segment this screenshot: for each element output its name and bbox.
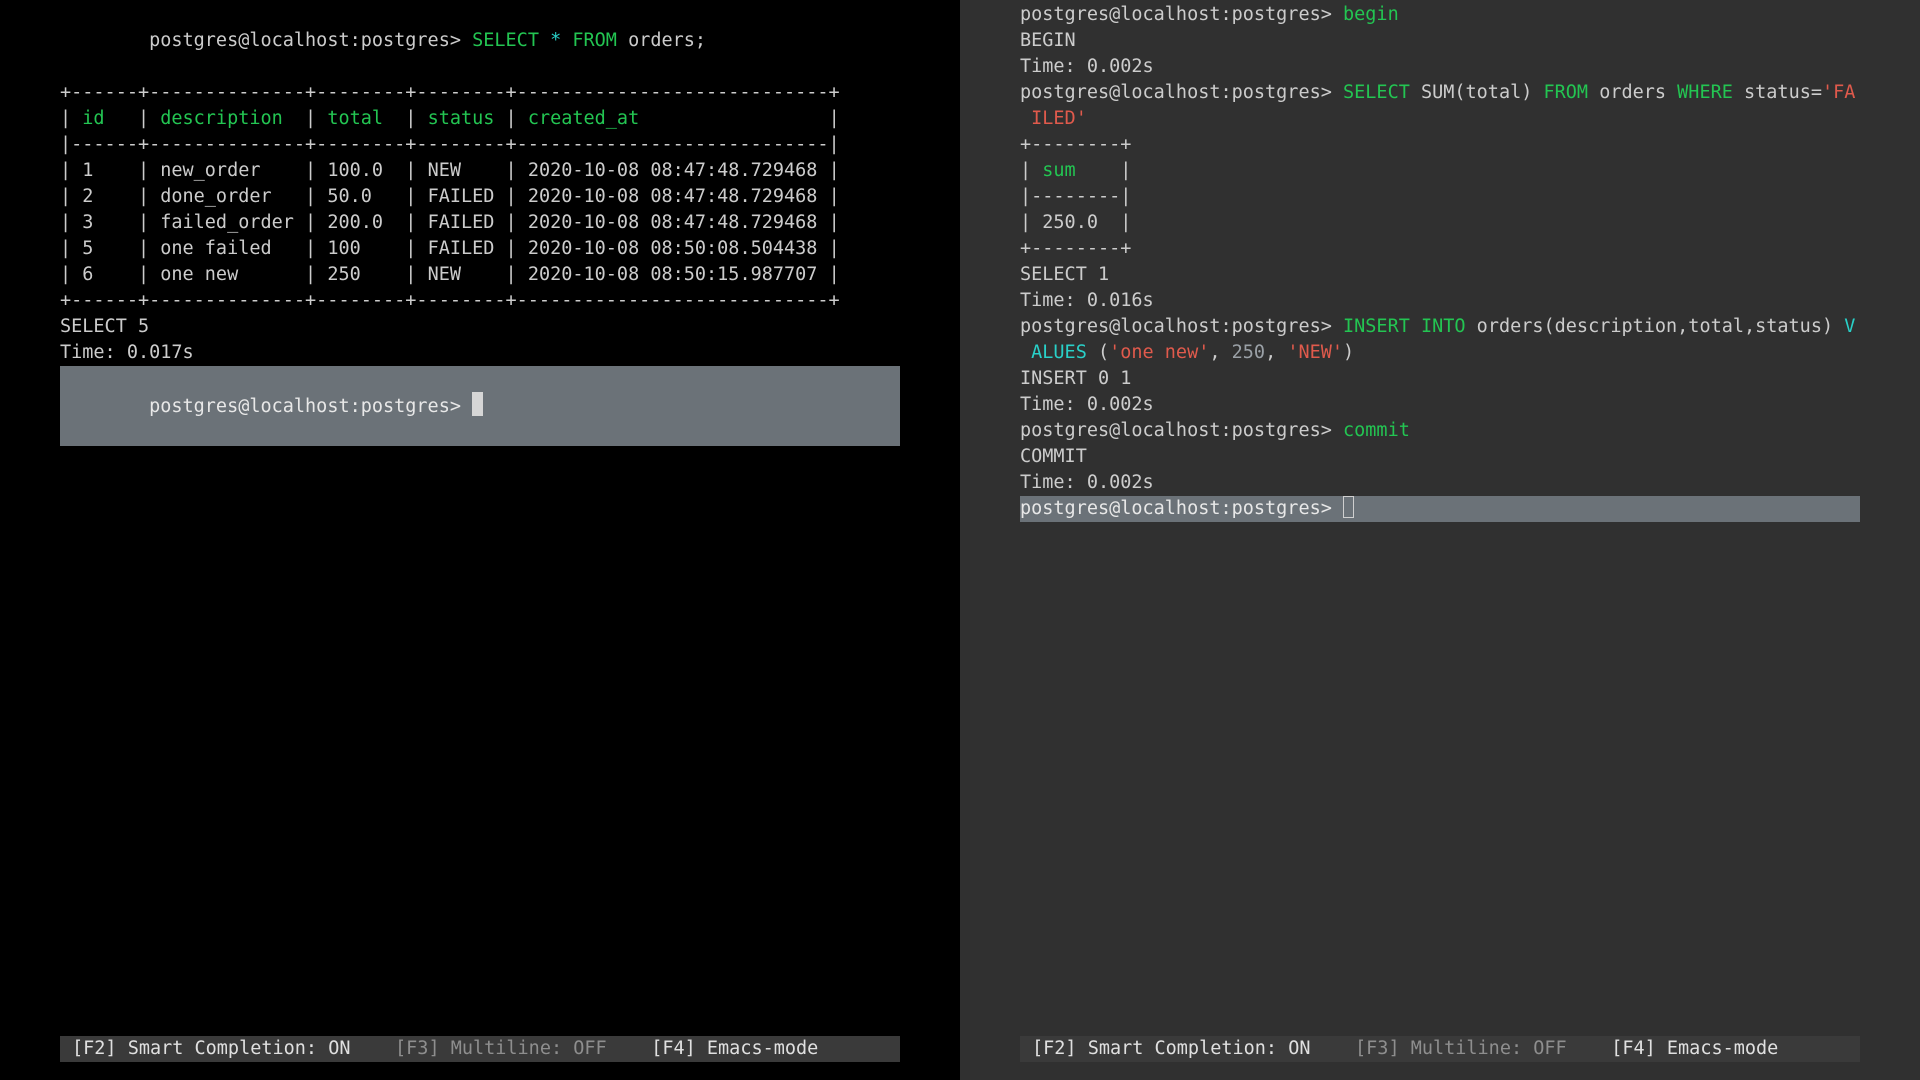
table-border: +------+--------------+--------+--------… — [60, 80, 900, 106]
cursor-icon — [472, 392, 483, 416]
terminal-line: |--------| — [1020, 184, 1860, 210]
terminal-line: Time: 0.002s — [1020, 54, 1860, 80]
terminal-line: BEGIN — [1020, 28, 1860, 54]
terminal-line: ALUES ('one new', 250, 'NEW') — [1020, 340, 1860, 366]
query-time: Time: 0.017s — [60, 340, 900, 366]
terminal-line: postgres@localhost:postgres> begin — [1020, 2, 1860, 28]
terminal-line: Time: 0.002s — [1020, 470, 1860, 496]
table-row: | 1 | new_order | 100.0 | NEW | 2020-10-… — [60, 158, 900, 184]
table-row: | 5 | one failed | 100 | FAILED | 2020-1… — [60, 236, 900, 262]
terminal-line: postgres@localhost:postgres> commit — [1020, 418, 1860, 444]
prompt-line-active[interactable]: postgres@localhost:postgres> — [1020, 496, 1860, 522]
f4-toggle[interactable]: [F4] Emacs-mode — [651, 1038, 818, 1059]
status-bar: [F2] Smart Completion: ON [F3] Multiline… — [60, 1036, 900, 1062]
table-header-row: | id | description | total | status | cr… — [60, 106, 900, 132]
table-border: |------+--------------+--------+--------… — [60, 132, 900, 158]
f2-toggle[interactable]: [F2] Smart Completion: ON — [1032, 1038, 1310, 1059]
terminal-line: +--------+ — [1020, 236, 1860, 262]
terminal-line: | sum | — [1020, 158, 1860, 184]
table-row: | 3 | failed_order | 200.0 | FAILED | 20… — [60, 210, 900, 236]
terminal-split: postgres@localhost:postgres> SELECT * FR… — [0, 0, 1920, 1080]
terminal-line: +--------+ — [1020, 132, 1860, 158]
table-row: | 2 | done_order | 50.0 | FAILED | 2020-… — [60, 184, 900, 210]
f2-toggle[interactable]: [F2] Smart Completion: ON — [72, 1038, 350, 1059]
terminal-line: COMMIT — [1020, 444, 1860, 470]
terminal-line: postgres@localhost:postgres> INSERT INTO… — [1020, 314, 1860, 340]
table-row: | 6 | one new | 250 | NEW | 2020-10-08 0… — [60, 262, 900, 288]
table-border: +------+--------------+--------+--------… — [60, 288, 900, 314]
terminal-pane-left[interactable]: postgres@localhost:postgres> SELECT * FR… — [0, 0, 960, 1080]
terminal-pane-right[interactable]: postgres@localhost:postgres> beginBEGINT… — [960, 0, 1920, 1080]
result-count: SELECT 5 — [60, 314, 900, 340]
query-line: postgres@localhost:postgres> SELECT * FR… — [60, 2, 900, 80]
status-bar: [F2] Smart Completion: ON [F3] Multiline… — [1020, 1036, 1860, 1062]
prompt-line-active[interactable]: postgres@localhost:postgres> — [60, 366, 900, 446]
f3-toggle[interactable]: [F3] Multiline: OFF — [395, 1038, 607, 1059]
terminal-line: Time: 0.002s — [1020, 392, 1860, 418]
terminal-line: | 250.0 | — [1020, 210, 1860, 236]
terminal-line: INSERT 0 1 — [1020, 366, 1860, 392]
f3-toggle[interactable]: [F3] Multiline: OFF — [1355, 1038, 1567, 1059]
f4-toggle[interactable]: [F4] Emacs-mode — [1611, 1038, 1778, 1059]
terminal-line: postgres@localhost:postgres> SELECT SUM(… — [1020, 80, 1860, 106]
terminal-line: ILED' — [1020, 106, 1860, 132]
cursor-icon — [1343, 496, 1354, 518]
terminal-line: SELECT 1 — [1020, 262, 1860, 288]
terminal-line: Time: 0.016s — [1020, 288, 1860, 314]
